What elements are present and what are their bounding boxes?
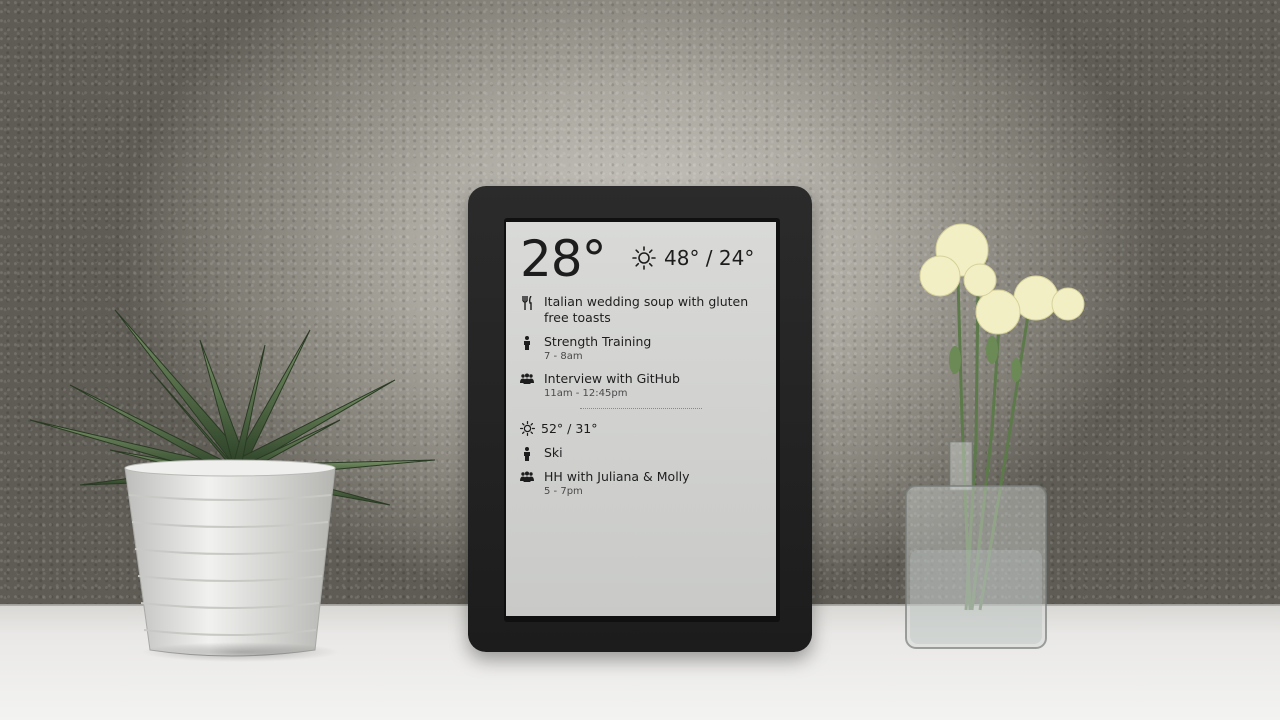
agenda-item: Strength Training 7 - 8am	[520, 334, 770, 363]
agenda-item-title: Italian wedding soup with gluten free to…	[544, 294, 749, 325]
glass-vase-with-flowers	[900, 220, 1100, 660]
eink-screen: 28° 48° / 24° Italian wedding soup with …	[506, 222, 776, 616]
agenda-item-title: Ski	[544, 445, 563, 460]
agenda-item-time: 5 - 7pm	[544, 486, 583, 497]
person-icon	[524, 447, 530, 461]
vase-illustration	[905, 223, 1085, 649]
agenda-item: HH with Juliana & Molly 5 - 7pm	[520, 469, 770, 498]
potted-succulent	[10, 300, 450, 670]
group-icon	[520, 373, 534, 384]
agenda-item-title: HH with Juliana & Molly	[544, 469, 690, 484]
agenda-list: Italian wedding soup with gluten free to…	[520, 294, 770, 506]
succulent-illustration	[29, 309, 436, 657]
day-divider	[580, 408, 702, 409]
tomorrow-forecast: 52° / 31°	[520, 421, 770, 436]
agenda-item: Ski	[520, 445, 770, 461]
agenda-item: Interview with GitHub 11am - 12:45pm	[520, 371, 770, 400]
agenda-item-time: 11am - 12:45pm	[544, 388, 628, 399]
pot-shadow	[140, 642, 340, 662]
current-temperature: 28°	[520, 230, 607, 288]
photo-scene: 28° 48° / 24° Italian wedding soup with …	[0, 0, 1280, 720]
agenda-item-title: Strength Training	[544, 334, 652, 349]
person-icon	[524, 336, 530, 350]
agenda-item: Italian wedding soup with gluten free to…	[520, 294, 770, 326]
today-forecast: 48° / 24°	[632, 244, 754, 272]
utensils-icon	[522, 296, 532, 310]
agenda-item-time: 7 - 8am	[544, 351, 583, 362]
group-icon	[520, 471, 534, 482]
sun-icon	[632, 246, 656, 270]
sun-icon	[520, 421, 535, 436]
tomorrow-hilo: 52° / 31°	[541, 421, 598, 436]
today-hilo: 48° / 24°	[664, 246, 755, 270]
agenda-item-title: Interview with GitHub	[544, 371, 680, 386]
